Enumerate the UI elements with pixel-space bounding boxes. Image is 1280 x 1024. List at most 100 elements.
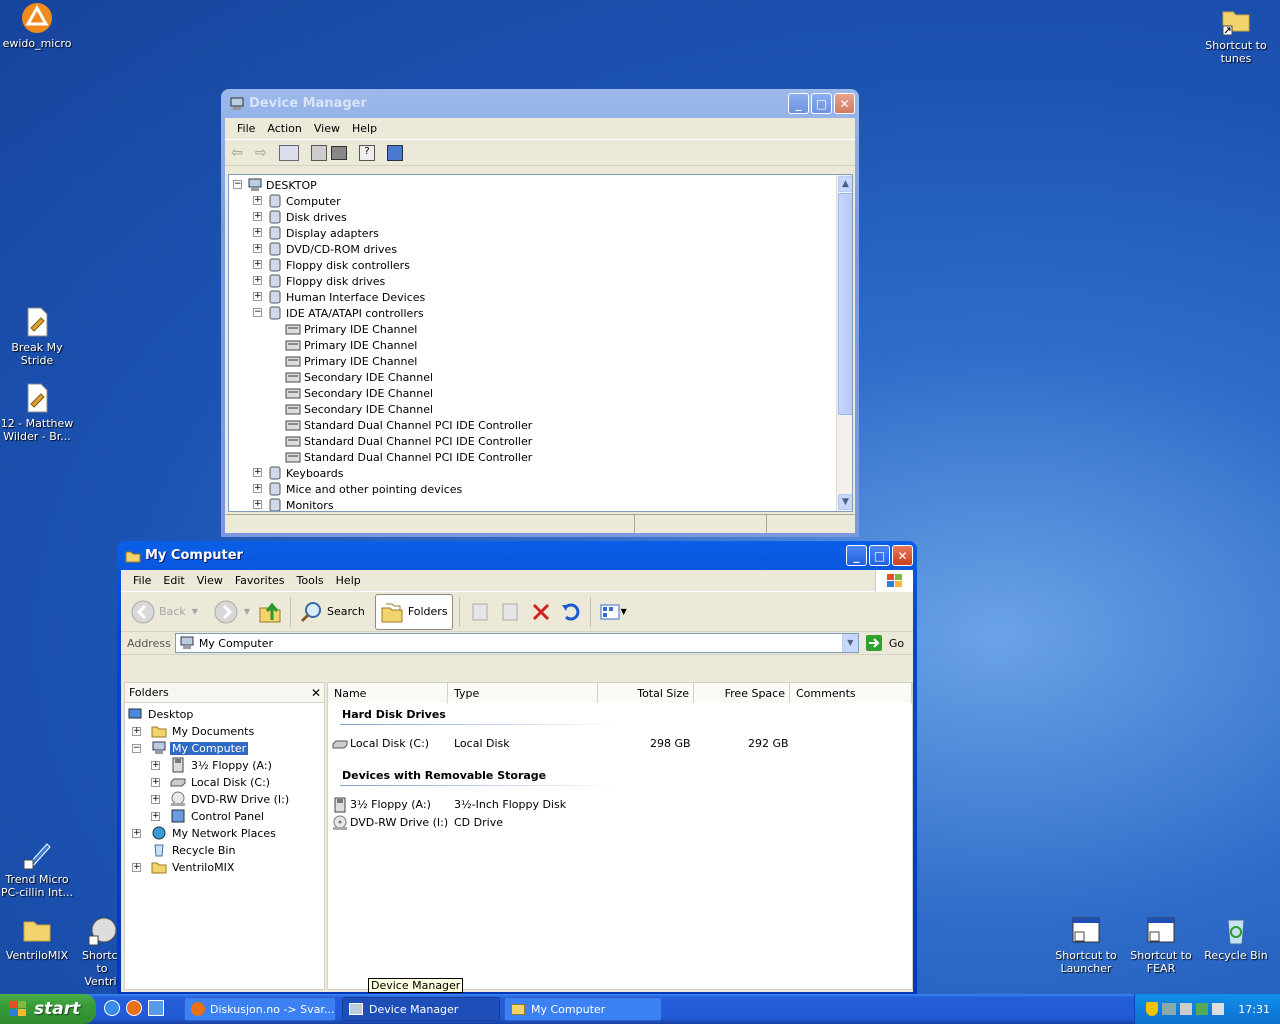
go-button[interactable]: Go bbox=[865, 634, 904, 652]
network-icon[interactable] bbox=[1162, 1003, 1177, 1015]
tree-category[interactable]: + DVD/CD-ROM drives bbox=[253, 241, 397, 257]
folder-tree-item[interactable]: Desktop bbox=[127, 706, 195, 722]
menu-help[interactable]: Help bbox=[330, 574, 367, 587]
expand-icon[interactable]: + bbox=[253, 260, 262, 269]
maximize-button[interactable]: □ bbox=[869, 545, 890, 566]
tree-category[interactable]: + Disk drives bbox=[253, 209, 347, 225]
volume-icon[interactable] bbox=[1180, 1003, 1193, 1015]
folder-tree-item[interactable]: Control Panel bbox=[170, 808, 266, 824]
column-header-comments[interactable]: Comments bbox=[790, 683, 912, 703]
folder-tree-item[interactable]: My Computer bbox=[151, 740, 249, 756]
start-button[interactable]: start bbox=[0, 994, 96, 1024]
address-input[interactable]: My Computer ▼ bbox=[174, 633, 859, 653]
properties-icon[interactable] bbox=[311, 144, 327, 161]
desktop-icon-break-my-stride[interactable]: Break My Stride bbox=[0, 306, 74, 367]
expand-icon[interactable]: + bbox=[151, 761, 160, 770]
column-header-total-size[interactable]: Total Size bbox=[598, 683, 694, 703]
expand-icon[interactable]: + bbox=[253, 292, 262, 301]
ventrilo-tray-icon[interactable] bbox=[1196, 1003, 1209, 1015]
expand-icon[interactable]: + bbox=[253, 484, 262, 493]
tree-device[interactable]: Primary IDE Channel bbox=[285, 353, 417, 369]
tree-category[interactable]: + Floppy disk controllers bbox=[253, 257, 410, 273]
scroll-thumb[interactable] bbox=[838, 193, 852, 415]
tree-device[interactable]: Primary IDE Channel bbox=[285, 337, 417, 353]
folder-tree-item[interactable]: My Network Places bbox=[151, 825, 278, 841]
tree-category[interactable]: + Computer bbox=[253, 193, 341, 209]
tree-root[interactable]: − DESKTOP bbox=[233, 177, 317, 193]
desktop-icon-shortcut-fear[interactable]: Shortcut to FEAR bbox=[1124, 914, 1198, 975]
file-list-pane[interactable]: Name Type Total Size Free Space Comments… bbox=[327, 682, 913, 990]
task-button-device-manager[interactable]: Device Manager bbox=[342, 997, 500, 1021]
desktop-icon-shortcut-launcher[interactable]: Shortcut to Launcher bbox=[1049, 914, 1123, 975]
expand-icon[interactable]: + bbox=[151, 795, 160, 804]
tree-device[interactable]: Standard Dual Channel PCI IDE Controller bbox=[285, 433, 532, 449]
desktop-icon-ventrilomix[interactable]: VentriloMIX bbox=[0, 914, 74, 962]
expand-icon[interactable]: + bbox=[253, 196, 262, 205]
forward-arrow-icon[interactable]: ⇨ bbox=[255, 145, 275, 161]
clock[interactable]: 17:31 bbox=[1238, 1003, 1270, 1016]
tree-category[interactable]: + Floppy disk drives bbox=[253, 273, 385, 289]
tree-category[interactable]: − IDE ATA/ATAPI controllers bbox=[253, 305, 424, 321]
up-folder-button[interactable] bbox=[254, 598, 286, 626]
collapse-icon[interactable]: − bbox=[253, 308, 262, 317]
expand-icon[interactable]: + bbox=[132, 727, 141, 736]
list-item[interactable]: DVD-RW Drive (I:) CD Drive bbox=[332, 815, 792, 831]
expand-icon[interactable]: + bbox=[151, 778, 160, 787]
expand-icon[interactable]: + bbox=[151, 812, 160, 821]
scroll-down-button[interactable]: ▼ bbox=[838, 494, 852, 510]
expand-icon[interactable]: + bbox=[253, 276, 262, 285]
tree-device[interactable]: Secondary IDE Channel bbox=[285, 369, 433, 385]
expand-icon[interactable]: + bbox=[253, 244, 262, 253]
tree-category[interactable]: + Keyboards bbox=[253, 465, 343, 481]
tree-category[interactable]: + Mice and other pointing devices bbox=[253, 481, 462, 497]
folder-tree-item[interactable]: Local Disk (C:) bbox=[170, 774, 272, 790]
menu-tools[interactable]: Tools bbox=[291, 574, 330, 587]
menu-view[interactable]: View bbox=[191, 574, 229, 587]
tray-app-icon[interactable] bbox=[1212, 1003, 1225, 1015]
device-tree[interactable]: − DESKTOP + Computer + Disk drives + Dis… bbox=[228, 174, 853, 512]
help-icon[interactable]: ? bbox=[359, 144, 375, 161]
expand-icon[interactable]: + bbox=[132, 863, 141, 872]
copy-to-button[interactable] bbox=[496, 599, 526, 625]
menu-help[interactable]: Help bbox=[346, 122, 383, 135]
folder-tree-item[interactable]: VentriloMIX bbox=[151, 859, 236, 875]
menu-view[interactable]: View bbox=[308, 122, 346, 135]
views-button[interactable]: ▼ bbox=[595, 599, 631, 625]
scroll-up-button[interactable]: ▲ bbox=[838, 176, 852, 192]
collapse-icon[interactable]: − bbox=[132, 744, 141, 753]
back-button[interactable]: Back ▼ bbox=[127, 598, 202, 626]
back-arrow-icon[interactable]: ⇦ bbox=[231, 145, 251, 161]
folder-tree-item[interactable]: 3½ Floppy (A:) bbox=[170, 757, 274, 773]
search-button[interactable]: Search bbox=[295, 598, 369, 626]
expand-icon[interactable]: + bbox=[253, 468, 262, 477]
task-button-my-computer[interactable]: My Computer bbox=[504, 997, 662, 1021]
desktop-icon-recycle-bin[interactable]: Recycle Bin bbox=[1199, 914, 1273, 962]
device-tree-scrollbar[interactable]: ▲ ▼ bbox=[836, 175, 852, 511]
minimize-button[interactable]: _ bbox=[788, 93, 809, 114]
move-to-button[interactable] bbox=[466, 599, 496, 625]
tree-device[interactable]: Standard Dual Channel PCI IDE Controller bbox=[285, 417, 532, 433]
show-desktop-icon[interactable] bbox=[148, 1000, 164, 1016]
menu-file[interactable]: File bbox=[231, 122, 261, 135]
shield-icon[interactable] bbox=[1146, 1002, 1159, 1016]
internet-explorer-icon[interactable] bbox=[104, 1000, 120, 1016]
column-header-type[interactable]: Type bbox=[448, 683, 598, 703]
tree-category[interactable]: + Display adapters bbox=[253, 225, 379, 241]
close-pane-icon[interactable]: ✕ bbox=[308, 686, 324, 700]
expand-icon[interactable]: + bbox=[253, 212, 262, 221]
menu-file[interactable]: File bbox=[127, 574, 157, 587]
task-button-diskusjon[interactable]: Diskusjon.no -> Svar... bbox=[184, 997, 336, 1021]
tree-category[interactable]: + Human Interface Devices bbox=[253, 289, 425, 305]
forward-button[interactable]: ▼ bbox=[210, 598, 254, 626]
menu-favorites[interactable]: Favorites bbox=[229, 574, 291, 587]
menu-action[interactable]: Action bbox=[261, 122, 307, 135]
folder-tree-item[interactable]: Recycle Bin bbox=[151, 842, 237, 858]
tree-category[interactable]: + Monitors bbox=[253, 497, 334, 511]
print-icon[interactable] bbox=[331, 145, 347, 160]
tree-device[interactable]: Primary IDE Channel bbox=[285, 321, 417, 337]
tree-device[interactable]: Standard Dual Channel PCI IDE Controller bbox=[285, 449, 532, 465]
menu-edit[interactable]: Edit bbox=[157, 574, 190, 587]
column-header-name[interactable]: Name bbox=[328, 683, 448, 703]
close-button[interactable]: ✕ bbox=[892, 545, 913, 566]
firefox-icon[interactable] bbox=[126, 1000, 142, 1016]
